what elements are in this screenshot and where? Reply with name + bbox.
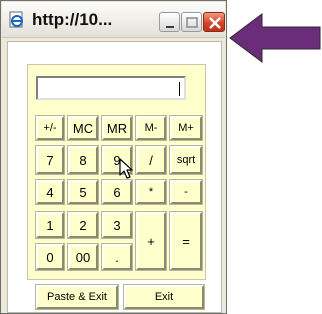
decimal-key[interactable]: .	[102, 244, 132, 270]
four-key[interactable]: 4	[36, 180, 64, 204]
two-key[interactable]: 2	[68, 212, 98, 238]
divide-key[interactable]: /	[136, 146, 166, 174]
window-title: http://10...	[32, 10, 113, 29]
multiply-key[interactable]: *	[136, 180, 166, 204]
double-zero-key[interactable]: 00	[68, 244, 98, 270]
one-key[interactable]: 1	[36, 212, 64, 238]
minimize-icon	[166, 26, 174, 28]
mouse-pointer-icon	[119, 158, 133, 179]
seven-key[interactable]: 7	[36, 146, 64, 174]
sqrt-key[interactable]: sqrt	[170, 146, 202, 174]
display-field[interactable]	[36, 76, 186, 100]
equals-key[interactable]: =	[170, 212, 202, 270]
mc-key[interactable]: MC	[68, 116, 98, 140]
plus-minus-key[interactable]: +/-	[36, 116, 64, 140]
five-key[interactable]: 5	[68, 180, 98, 204]
six-key[interactable]: 6	[102, 180, 132, 204]
mr-key[interactable]: MR	[102, 116, 132, 140]
close-icon	[209, 17, 221, 29]
m-plus-key[interactable]: M+	[170, 116, 202, 140]
ie-page-icon	[9, 11, 23, 28]
m-minus-key[interactable]: M-	[136, 116, 166, 140]
three-key[interactable]: 3	[102, 212, 132, 238]
maximize-icon	[186, 17, 198, 28]
arrow-icon	[229, 13, 321, 63]
maximize-button[interactable]	[181, 12, 202, 32]
minimize-button[interactable]	[159, 12, 180, 32]
close-button[interactable]	[203, 12, 225, 32]
eight-key[interactable]: 8	[68, 146, 98, 174]
add-key[interactable]: +	[136, 212, 166, 270]
title-bar[interactable]: http://10...	[2, 2, 225, 38]
paste-exit-button[interactable]: Paste & Exit	[36, 285, 118, 309]
zero-key[interactable]: 0	[36, 244, 64, 270]
exit-button[interactable]: Exit	[124, 285, 204, 309]
subtract-key[interactable]: -	[170, 180, 202, 204]
text-caret	[179, 82, 180, 96]
